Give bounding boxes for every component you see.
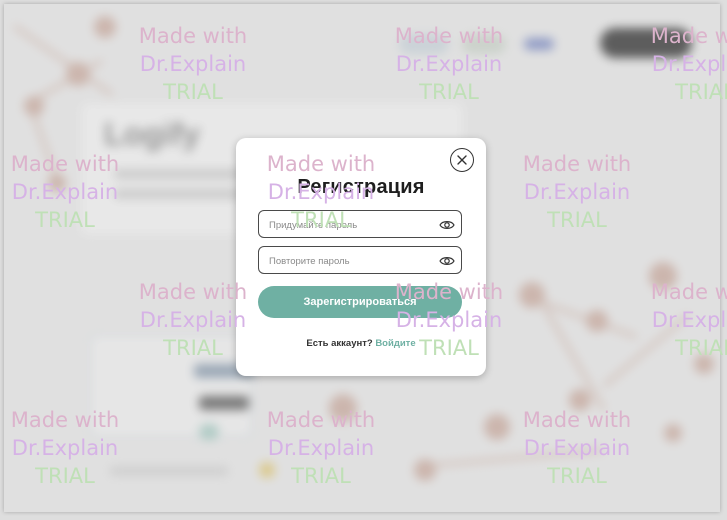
login-prompt: Есть аккаунт? Войдите xyxy=(236,338,486,349)
login-link[interactable]: Войдите xyxy=(375,338,415,349)
register-button[interactable]: Зарегистрироваться xyxy=(258,286,462,318)
modal-title: Регистрация xyxy=(297,176,425,198)
close-icon xyxy=(457,155,467,165)
login-prompt-text: Есть аккаунт? xyxy=(306,338,373,349)
eye-icon[interactable] xyxy=(439,253,455,269)
password-input[interactable] xyxy=(267,211,431,239)
close-button[interactable] xyxy=(450,148,474,172)
eye-icon[interactable] xyxy=(439,217,455,233)
password-field xyxy=(258,210,462,239)
repeat-password-field xyxy=(258,246,462,275)
repeat-password-input[interactable] xyxy=(267,247,431,275)
registration-modal: Регистрация Зарегистрироваться Есть акка… xyxy=(236,138,486,376)
